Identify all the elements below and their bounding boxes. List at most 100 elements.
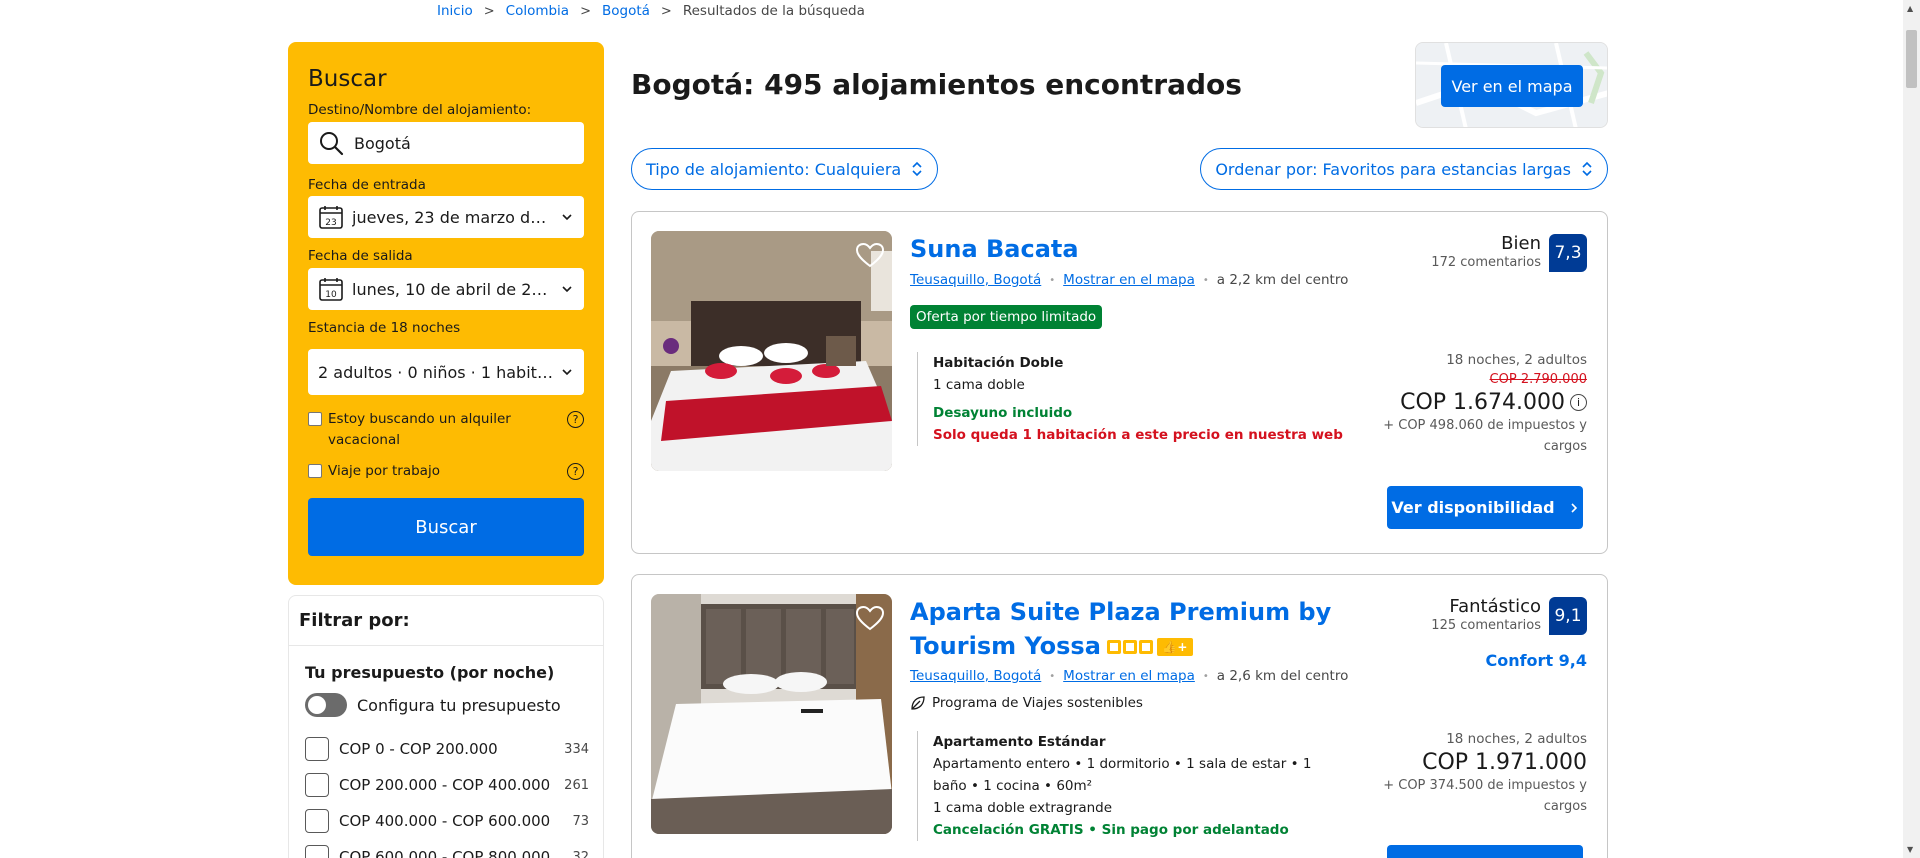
property-photo[interactable] [651, 594, 892, 834]
occupancy-value: 2 adultos · 0 niños · 1 habitación [318, 362, 554, 382]
comfort-score: Confort 9,4 [1485, 651, 1587, 670]
stay-summary: 18 noches, 2 adultos [1446, 352, 1587, 368]
scrollbar-thumb[interactable] [1906, 30, 1917, 88]
property-card: Aparta Suite Plaza Premium by Tourism Yo… [631, 574, 1608, 858]
budget-checkbox[interactable] [305, 845, 329, 858]
breadcrumb: Inicio > Colombia > Bogotá > Resultados … [437, 3, 865, 19]
view-map-button[interactable]: Ver en el mapa [1441, 65, 1583, 107]
map-preview[interactable]: Ver en el mapa [1415, 42, 1608, 128]
info-icon[interactable]: i [1570, 394, 1587, 411]
stay-summary: 18 noches, 2 adultos [1446, 731, 1587, 747]
budget-option[interactable]: COP 200.000 - COP 400.000 261 [305, 773, 589, 797]
business-trip-option: Viaje por trabajo ? [308, 461, 584, 482]
budget-option-label: COP 0 - COP 200.000 [339, 740, 498, 758]
budget-checkbox[interactable] [305, 737, 329, 761]
scroll-up-arrow-icon[interactable]: ▲ [1907, 4, 1913, 13]
destination-value: Bogotá [354, 133, 411, 153]
breadcrumb-current: Resultados de la búsqueda [682, 3, 865, 19]
distance-text: a 2,6 km del centro [1216, 668, 1349, 684]
room-info: Apartamento Estándar Apartamento entero … [917, 731, 1337, 841]
heart-icon[interactable] [854, 602, 886, 634]
see-availability-button[interactable] [1387, 845, 1583, 858]
search-title: Buscar [308, 66, 387, 92]
review-score[interactable]: Bien 172 comentarios 7,3 [1431, 234, 1587, 272]
see-availability-label: Ver disponibilidad [1391, 498, 1555, 517]
breadcrumb-home[interactable]: Inicio [437, 3, 473, 19]
checkout-date-field[interactable]: 10 lunes, 10 de abril de 2023 [308, 268, 584, 310]
budget-option-count: 73 [572, 813, 589, 829]
price-block: 18 noches, 2 adultos COP 2.790.000 COP 1… [1367, 352, 1587, 457]
taxes-text: + COP 498.060 de impuestos y cargos [1383, 418, 1587, 454]
budget-option[interactable]: COP 0 - COP 200.000 334 [305, 737, 589, 761]
chevron-right-icon: > [660, 3, 672, 19]
budget-checkbox[interactable] [305, 809, 329, 833]
review-score[interactable]: Fantástico 125 comentarios 9,1 [1431, 597, 1587, 635]
bed-info: 1 cama doble [933, 377, 1025, 393]
separator-dot: • [1202, 274, 1209, 286]
sort-dropdown[interactable]: Ordenar por: Favoritos para estancias la… [1200, 148, 1608, 190]
budget-option[interactable]: COP 600.000 - COP 800.000 32 [305, 845, 589, 858]
sort-arrows-icon [1582, 161, 1592, 177]
room-info: Habitación Doble 1 cama doble Desayuno i… [917, 352, 1343, 446]
score-word: Bien [1501, 233, 1541, 254]
filter-panel: Filtrar por: Tu presupuesto (por noche) … [288, 595, 604, 858]
page-scrollbar[interactable]: ▲ ▼ [1903, 0, 1920, 858]
star-icon [1138, 640, 1153, 654]
search-button[interactable]: Buscar [308, 498, 584, 556]
destination-input[interactable]: Bogotá [308, 122, 584, 164]
checkin-label: Fecha de entrada [308, 177, 426, 193]
show-on-map-link[interactable]: Mostrar en el mapa [1063, 668, 1195, 684]
budget-checkbox[interactable] [305, 773, 329, 797]
leaf-icon [911, 696, 925, 710]
property-name[interactable]: Aparta Suite Plaza Premium by Tourism Yo… [910, 595, 1380, 663]
vacation-rental-label: Estoy buscando un alquiler vacacional [328, 411, 511, 448]
business-trip-checkbox[interactable] [308, 464, 322, 478]
chevron-right-icon: > [580, 3, 591, 19]
budget-toggle[interactable] [305, 693, 347, 717]
help-icon[interactable]: ? [567, 411, 584, 428]
sort-arrows-icon [912, 161, 922, 177]
chevron-down-icon [562, 369, 572, 376]
budget-option[interactable]: COP 400.000 - COP 600.000 73 [305, 809, 589, 833]
thumbs-up-plus-icon: 👍+ [1156, 638, 1193, 656]
heart-icon[interactable] [854, 239, 886, 271]
checkout-value: lunes, 10 de abril de 2023 [352, 279, 554, 299]
results-title: Bogotá: 495 alojamientos encontrados [631, 68, 1242, 101]
room-name: Apartamento Estándar [933, 734, 1106, 750]
property-type-label: Tipo de alojamiento: Cualquiera [646, 159, 902, 179]
property-card: Suna Bacata Teusaquillo, Bogotá • Mostra… [631, 211, 1608, 554]
checkin-date-field[interactable]: 23 jueves, 23 de marzo de 2023 [308, 196, 584, 238]
room-details: Apartamento entero • 1 dormitorio • 1 sa… [933, 756, 1312, 794]
price-row: COP 1.674.000 i [1367, 390, 1587, 415]
help-icon[interactable]: ? [567, 463, 584, 480]
scroll-down-arrow-icon[interactable]: ▼ [1907, 845, 1913, 854]
star-icon [1122, 640, 1137, 654]
budget-option-count: 334 [564, 741, 589, 757]
property-name[interactable]: Suna Bacata [910, 232, 1079, 266]
score-badge: 7,3 [1549, 234, 1587, 272]
business-trip-label: Viaje por trabajo [328, 463, 440, 479]
vacation-rental-option: Estoy buscando un alquiler vacacional ? [308, 409, 584, 451]
filter-header: Filtrar por: [289, 596, 603, 646]
current-price: COP 1.971.000 [1422, 750, 1587, 775]
occupancy-selector[interactable]: 2 adultos · 0 niños · 1 habitación [308, 349, 584, 395]
budget-title: Tu presupuesto (por noche) [305, 663, 555, 682]
show-on-map-link[interactable]: Mostrar en el mapa [1063, 272, 1195, 288]
calendar-icon: 10 [319, 278, 343, 301]
sort-label: Ordenar por: Favoritos para estancias la… [1215, 159, 1571, 179]
price-block: 18 noches, 2 adultos COP 1.971.000 + COP… [1367, 731, 1587, 817]
property-type-filter[interactable]: Tipo de alojamiento: Cualquiera [631, 148, 939, 190]
budget-option-label: COP 600.000 - COP 800.000 [339, 848, 551, 858]
budget-toggle-label: Configura tu presupuesto [357, 695, 561, 715]
vacation-rental-checkbox[interactable] [308, 412, 322, 426]
property-location-link[interactable]: Teusaquillo, Bogotá [910, 272, 1041, 288]
property-photo[interactable] [651, 231, 892, 471]
property-location-link[interactable]: Teusaquillo, Bogotá [910, 668, 1041, 684]
budget-option-count: 261 [564, 777, 589, 793]
breadcrumb-country[interactable]: Colombia [506, 3, 569, 19]
see-availability-button[interactable]: Ver disponibilidad [1387, 486, 1583, 529]
chevron-down-icon [562, 286, 572, 293]
breadcrumb-city[interactable]: Bogotá [602, 3, 650, 19]
destination-label: Destino/Nombre del alojamiento: [308, 102, 532, 118]
bed-info: 1 cama doble extragrande [933, 800, 1113, 816]
